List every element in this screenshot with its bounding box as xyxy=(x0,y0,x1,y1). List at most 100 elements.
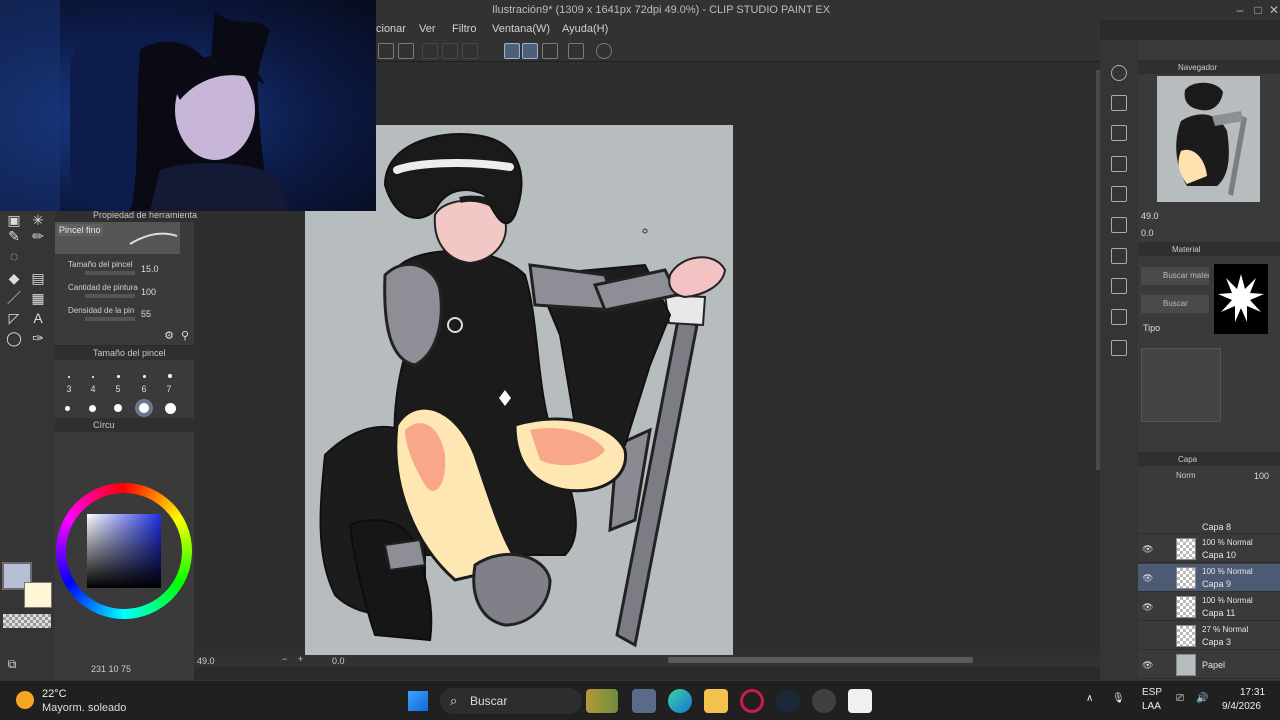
maximize-icon[interactable]: □ xyxy=(1250,2,1266,18)
material-list-area[interactable] xyxy=(1141,348,1221,422)
eye-icon[interactable]: 👁 xyxy=(1142,544,1153,555)
brush-size-option[interactable]: 4 xyxy=(84,384,102,394)
navigator-thumbnail[interactable] xyxy=(1157,76,1260,202)
eyedropper-tool-icon[interactable]: ✑ xyxy=(30,330,46,346)
select-tool-icon[interactable]: ▣ xyxy=(6,212,22,228)
close-icon[interactable]: ✕ xyxy=(1266,2,1280,18)
eye-icon[interactable]: 👁 xyxy=(1142,660,1153,671)
menu-seleccionar[interactable]: cionar xyxy=(376,23,406,35)
layer-row-selected[interactable]: 👁 100 % Normal Capa 9 xyxy=(1138,564,1280,592)
panel-icon[interactable] xyxy=(1111,156,1127,172)
layer-row[interactable]: 👁 Papel xyxy=(1138,651,1280,679)
snap-grid-icon[interactable] xyxy=(542,43,558,59)
transform-icon[interactable] xyxy=(422,43,438,59)
brush-size-slider[interactable] xyxy=(85,271,135,275)
fill-tool-icon[interactable]: ◆ xyxy=(6,270,22,286)
microphone-icon[interactable]: 🎙 xyxy=(1112,693,1125,704)
panel-icon[interactable] xyxy=(1111,125,1127,141)
windows-start-icon[interactable] xyxy=(408,691,428,711)
panel-icon[interactable] xyxy=(1111,95,1127,111)
horizontal-scrollbar[interactable] xyxy=(668,657,973,663)
menu-ver[interactable]: Ver xyxy=(419,23,436,35)
crop-icon[interactable] xyxy=(398,43,414,59)
weather-temperature[interactable]: 22°C xyxy=(42,688,67,700)
wrench-icon[interactable]: ⚲ xyxy=(177,328,193,344)
snap-ruler-icon[interactable] xyxy=(504,43,520,59)
pen-tool-icon[interactable]: ✎ xyxy=(6,228,22,244)
paint-density-slider[interactable] xyxy=(85,317,135,321)
fill-icon[interactable] xyxy=(378,43,394,59)
sun-icon[interactable] xyxy=(16,691,34,709)
transparent-color-swatch[interactable] xyxy=(3,614,51,628)
line-tool-icon[interactable]: ／ xyxy=(6,290,22,306)
canvas-rotation-value[interactable]: 0.0 xyxy=(332,656,345,666)
layer-row[interactable]: 👁 100 % Normal Capa 10 xyxy=(1138,535,1280,563)
steam-icon[interactable] xyxy=(776,689,800,713)
clock-date[interactable]: 9/4/2026 xyxy=(1222,701,1261,712)
blend-mode-select[interactable]: Norm xyxy=(1176,471,1196,480)
clock-time[interactable]: 17:31 xyxy=(1240,687,1265,698)
language-top[interactable]: ESP xyxy=(1142,687,1162,698)
brush-size-option[interactable]: 7 xyxy=(160,384,178,394)
panel-icon[interactable] xyxy=(1111,309,1127,325)
type-label[interactable]: Tipo xyxy=(1143,323,1160,333)
brush-preview[interactable]: Pincel fino xyxy=(55,222,180,254)
taskbar-search[interactable]: ⌕ Buscar xyxy=(440,688,582,714)
navigator-zoom-value[interactable]: 49.0 xyxy=(1141,211,1159,221)
swap-color-icon[interactable]: ⧉ xyxy=(4,656,20,672)
eye-icon[interactable]: 👁 xyxy=(1142,602,1153,613)
balloon-tool-icon[interactable]: ◯ xyxy=(6,330,22,346)
volume-icon[interactable]: 🔊 xyxy=(1196,693,1208,704)
help-icon[interactable] xyxy=(596,43,612,59)
widget-icon[interactable] xyxy=(586,689,618,713)
zoom-out-icon[interactable]: − xyxy=(282,654,287,664)
task-view-icon[interactable] xyxy=(632,689,656,713)
chevron-up-icon[interactable]: ∧ xyxy=(1086,693,1093,704)
pencil-tool-icon[interactable]: ✏ xyxy=(30,228,46,244)
panel-icon[interactable] xyxy=(1111,340,1127,356)
settings-icon[interactable]: ⚙ xyxy=(161,328,177,344)
panel-icon[interactable] xyxy=(1111,186,1127,202)
eye-icon[interactable]: 👁 xyxy=(1142,573,1153,584)
search-button[interactable]: Buscar xyxy=(1141,295,1209,313)
minimize-icon[interactable]: – xyxy=(1232,2,1248,18)
layer-opacity-value[interactable]: 100 xyxy=(1254,471,1269,481)
language-bottom[interactable]: LAA xyxy=(1142,701,1161,712)
sub-color-swatch[interactable] xyxy=(24,582,52,608)
size-dot-selected[interactable] xyxy=(139,403,149,413)
navigator-rotation-value[interactable]: 0.0 xyxy=(1141,228,1154,238)
obs-icon[interactable] xyxy=(812,689,836,713)
brush-size-value[interactable]: 15.0 xyxy=(141,264,159,274)
opera-icon[interactable] xyxy=(740,689,764,713)
paint-amount-slider[interactable] xyxy=(85,294,135,298)
vector-tool-icon[interactable]: ◸ xyxy=(6,310,22,326)
network-icon[interactable]: ⎚ xyxy=(1176,693,1184,704)
wand-tool-icon[interactable]: ✳ xyxy=(30,212,46,228)
size-dot[interactable] xyxy=(89,405,96,412)
file-explorer-icon[interactable] xyxy=(704,689,728,713)
brush-size-option[interactable]: 6 xyxy=(135,384,153,394)
size-dot[interactable] xyxy=(65,406,70,411)
gradient-tool-icon[interactable]: ▤ xyxy=(30,270,46,286)
invert-selection-icon[interactable] xyxy=(462,43,478,59)
canvas-zoom-value[interactable]: 49.0 xyxy=(197,656,215,666)
deselect-icon[interactable] xyxy=(442,43,458,59)
search-material-button[interactable]: Buscar materi xyxy=(1141,267,1209,285)
panel-icon[interactable] xyxy=(1111,248,1127,264)
menu-filtro[interactable]: Filtro xyxy=(452,23,476,35)
menu-ventana[interactable]: Ventana(W) xyxy=(492,23,550,35)
zoom-in-icon[interactable]: + xyxy=(298,654,303,664)
text-tool-icon[interactable]: A xyxy=(30,310,46,326)
material-preview[interactable] xyxy=(1214,264,1268,334)
clipstudio-icon[interactable] xyxy=(568,43,584,59)
weather-description[interactable]: Mayorm. soleado xyxy=(42,702,126,714)
saturation-value-square[interactable] xyxy=(87,514,161,588)
clip-studio-icon[interactable] xyxy=(848,689,872,713)
panel-icon[interactable] xyxy=(1111,278,1127,294)
layer-row[interactable]: 👁 100 % Normal Capa 11 xyxy=(1138,593,1280,621)
paint-amount-value[interactable]: 100 xyxy=(141,287,156,297)
paint-density-value[interactable]: 55 xyxy=(141,309,151,319)
frame-tool-icon[interactable]: ▦ xyxy=(30,290,46,306)
panel-icon[interactable] xyxy=(1111,217,1127,233)
size-dot[interactable] xyxy=(114,404,122,412)
